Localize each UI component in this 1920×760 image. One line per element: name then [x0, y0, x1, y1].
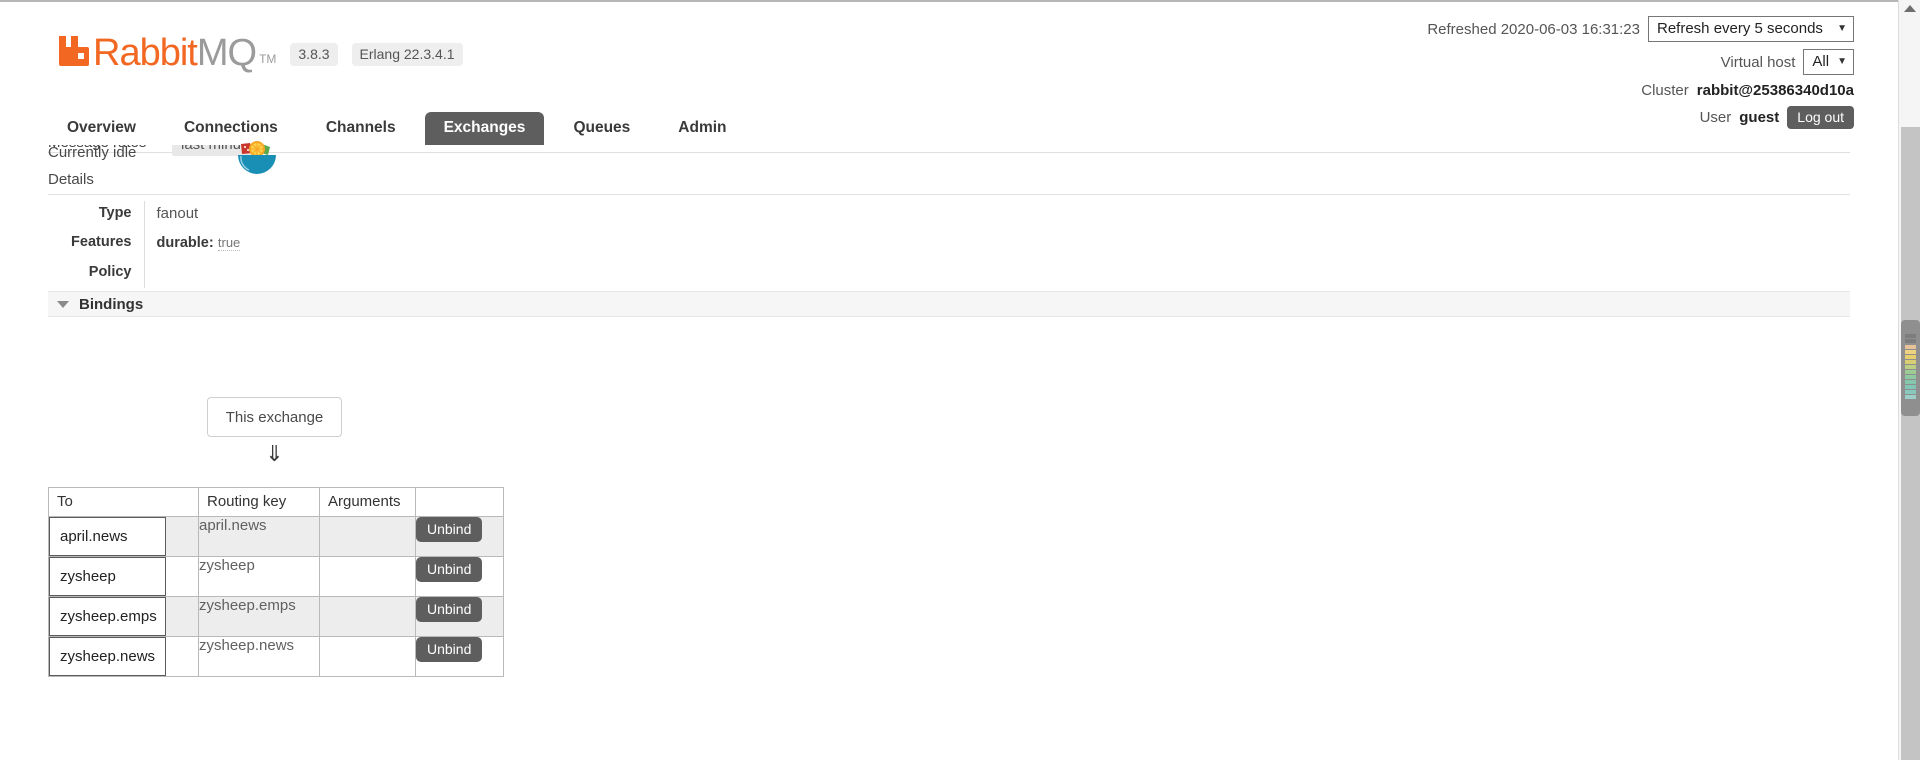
column-header-actions [415, 487, 504, 517]
header-right-panel: Refreshed 2020-06-03 16:31:23 Refresh ev… [1427, 16, 1854, 136]
detail-row-policy: Policy [48, 259, 544, 288]
refresh-interval-value: Refresh every 5 seconds [1657, 20, 1823, 37]
binding-cell-routing-key: zysheep [198, 556, 320, 597]
rabbitmq-logo[interactable]: Rabbit MQ TM 3.8.3 Erlang 22.3.4.1 [57, 32, 463, 74]
unbind-button[interactable]: Unbind [416, 517, 483, 542]
unbind-button[interactable]: Unbind [416, 637, 483, 662]
binding-cell-to: zysheep.news [48, 636, 199, 677]
queue-link[interactable]: april.news [49, 517, 166, 556]
logo-trademark: TM [259, 52, 277, 66]
detail-row-features: Features durable: true [48, 230, 544, 260]
rabbitmq-management-page: Message rates last minute Currently idle… [0, 0, 1920, 760]
binding-cell-routing-key: april.news [198, 516, 320, 557]
bindings-header-row: To Routing key Arguments [48, 487, 504, 517]
message-rates-heading: Message rates last minute [48, 143, 1850, 163]
sticky-header-bar: Rabbit MQ TM 3.8.3 Erlang 22.3.4.1 Overvi… [0, 2, 1898, 145]
detail-label-policy: Policy [88, 263, 132, 280]
column-header-to: To [48, 487, 199, 517]
vhost-label: Virtual host [1720, 53, 1796, 71]
detail-label-type: Type [98, 205, 132, 221]
binding-cell-actions: Unbind [415, 596, 504, 637]
user-name: guest [1739, 109, 1780, 126]
vhost-select[interactable]: All ▼ [1803, 49, 1854, 75]
currently-idle-text: Currently idle [48, 144, 137, 161]
vhost-value: All [1812, 53, 1830, 70]
cluster-name: rabbit@25386340d10a [1696, 82, 1854, 99]
chevron-down-icon: ▼ [1837, 56, 1847, 67]
binding-cell-arguments [319, 516, 416, 557]
bindings-table-head: To Routing key Arguments [48, 487, 504, 517]
this-exchange-label: This exchange [225, 408, 324, 426]
vertical-scrollbar[interactable] [1898, 0, 1920, 760]
binding-cell-to: april.news [48, 516, 199, 557]
detail-value-type: fanout [143, 201, 544, 230]
this-exchange-box: This exchange [207, 397, 342, 437]
binding-row: zysheep zysheep Unbind [48, 556, 504, 597]
bindings-table-body: april.news april.news Unbind zysheep zysheep… [48, 516, 504, 677]
binding-cell-actions: Unbind [415, 636, 504, 677]
queue-link[interactable]: zysheep.emps [49, 597, 166, 636]
unbind-button[interactable]: Unbind [416, 557, 483, 582]
logo-text-rabbit: Rabbit [93, 32, 198, 74]
message-rates-rule [48, 152, 1850, 153]
bindings-section-title: Bindings [79, 295, 144, 313]
details-divider [48, 194, 1850, 195]
binding-row: april.news april.news Unbind [48, 516, 504, 557]
version-badge: 3.8.3 [290, 43, 338, 66]
exchange-details-table: Type fanout Features durable: true Polic… [48, 201, 544, 288]
detail-value-features: durable: true [143, 230, 544, 260]
scroll-up-arrow-icon[interactable] [1904, 5, 1916, 12]
logout-button[interactable]: Log out [1787, 106, 1854, 129]
erlang-version-badge: Erlang 22.3.4.1 [351, 43, 463, 66]
binding-cell-arguments [319, 636, 416, 677]
binding-cell-to: zysheep [48, 556, 199, 597]
details-heading: Details [48, 171, 94, 188]
binding-cell-arguments [319, 596, 416, 637]
queue-link[interactable]: zysheep.news [49, 637, 166, 676]
feature-value-durable: true [217, 235, 241, 251]
nav-tab-connections[interactable]: Connections [165, 112, 297, 145]
rabbitmq-logo-icon [57, 32, 91, 66]
scrollbar-track[interactable] [1901, 127, 1920, 760]
refresh-row: Refreshed 2020-06-03 16:31:23 Refresh ev… [1427, 16, 1854, 42]
detail-row-type: Type fanout [48, 201, 544, 230]
refresh-interval-select[interactable]: Refresh every 5 seconds ▼ [1648, 16, 1854, 42]
user-label: User [1699, 109, 1732, 126]
nav-tab-admin[interactable]: Admin [659, 112, 745, 145]
chevron-down-icon: ▼ [1837, 23, 1847, 34]
binding-row: zysheep.news zysheep.news Unbind [48, 636, 504, 677]
vhost-row: Virtual host All ▼ [1427, 49, 1854, 75]
detail-label-features: Features [71, 234, 132, 250]
unbind-button[interactable]: Unbind [416, 597, 483, 622]
bindings-table: To Routing key Arguments april.news april… [48, 487, 504, 677]
nav-tab-queues[interactable]: Queues [554, 112, 649, 145]
binding-cell-routing-key: zysheep.emps [198, 596, 320, 637]
cluster-row: Cluster rabbit@25386340d10a [1427, 82, 1854, 99]
scrollbar-thumb[interactable] [1901, 320, 1920, 416]
binding-cell-actions: Unbind [415, 516, 504, 557]
detail-value-policy [143, 259, 544, 288]
logo-text-mq: MQ [196, 32, 257, 74]
nav-tab-overview[interactable]: Overview [48, 112, 155, 145]
user-row: User guest Log out [1427, 106, 1854, 129]
binding-cell-actions: Unbind [415, 556, 504, 597]
binding-cell-arguments [319, 556, 416, 597]
nav-tab-channels[interactable]: Channels [307, 112, 415, 145]
nav-tab-exchanges[interactable]: Exchanges [424, 112, 545, 145]
chevron-down-icon[interactable] [57, 300, 69, 308]
down-arrow-icon: ⇓ [265, 441, 284, 466]
column-header-routing-key: Routing key [198, 487, 320, 517]
cluster-label: Cluster [1641, 82, 1689, 99]
refreshed-timestamp: Refreshed 2020-06-03 16:31:23 [1427, 20, 1640, 38]
column-header-arguments: Arguments [319, 487, 416, 517]
binding-cell-routing-key: zysheep.news [198, 636, 320, 677]
queue-link[interactable]: zysheep [49, 557, 166, 596]
binding-cell-to: zysheep.emps [48, 596, 199, 637]
feature-key-durable: durable: [156, 235, 214, 251]
bindings-section-header[interactable]: Bindings [48, 291, 1850, 317]
binding-row: zysheep.emps zysheep.emps Unbind [48, 596, 504, 637]
main-navigation: Overview Connections Channels Exchanges Queu… [48, 112, 756, 145]
